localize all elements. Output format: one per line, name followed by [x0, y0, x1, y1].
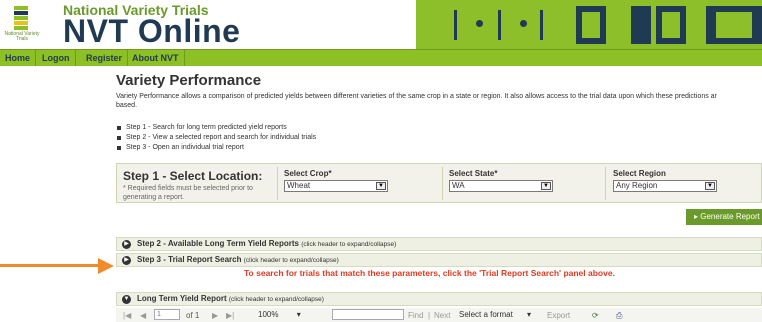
step-label: Step 3 - Open an individual trial report	[126, 144, 244, 151]
report-toolbar: |◀ ◀ 1 of 1 ▶ ▶| 100% ▾ Find | Next Sele…	[116, 308, 762, 322]
crop-value: Wheat	[287, 181, 311, 190]
nav-logon[interactable]: Logon	[37, 50, 76, 66]
divider	[442, 167, 443, 200]
bullet-icon	[117, 146, 121, 150]
logo-bars-icon	[14, 6, 28, 32]
state-label: Select State*	[449, 169, 498, 178]
format-value: Select a format	[459, 310, 513, 319]
list-item: Step 3 - Open an individual trial report	[116, 143, 316, 153]
ltyr-hint: (click header to expand/collapse)	[228, 296, 324, 303]
region-value: Any Region	[616, 181, 658, 190]
intro-text-cont: based.	[116, 102, 138, 109]
header-banner	[416, 0, 762, 49]
list-item: Step 1 - Search for long term predicted …	[116, 123, 316, 133]
pointer-arrow-icon	[0, 264, 100, 267]
bullet-icon	[117, 136, 121, 140]
trial-search-instruction: To search for trials that match these pa…	[244, 268, 615, 278]
required-note: * Required fields must be selected prior…	[123, 185, 253, 201]
location-panel: Step 1 - Select Location: * Required fie…	[116, 163, 762, 203]
divider	[277, 167, 278, 200]
next-page-icon[interactable]: ▶	[212, 310, 218, 321]
location-title: Step 1 - Select Location:	[123, 169, 263, 183]
step-label: Step 2 - View a selected report and sear…	[126, 134, 317, 141]
nvt-logo[interactable]: National Variety Trials	[2, 2, 42, 47]
crop-label: Select Crop*	[284, 169, 332, 178]
chevron-down-icon: ▾	[527, 310, 532, 319]
find-input[interactable]	[332, 309, 404, 320]
nav-about[interactable]: About NVT	[127, 50, 185, 66]
last-page-icon[interactable]: ▶|	[226, 310, 234, 321]
nav-home[interactable]: Home	[0, 50, 37, 66]
step3-hint: (click header to expand/collapse)	[243, 257, 339, 264]
chevron-down-icon[interactable]: ▼	[541, 182, 551, 190]
region-select-group: Select Region Any Region ▼	[613, 169, 717, 192]
expand-icon: ▶	[122, 240, 131, 249]
export-format-select[interactable]: Select a format ▾	[459, 309, 559, 320]
step2-panel-header[interactable]: ▶ Step 2 - Available Long Term Yield Rep…	[116, 237, 762, 251]
find-separator: |	[428, 311, 431, 320]
chevron-down-icon[interactable]: ▼	[705, 182, 715, 190]
top-nav: Home Logon Register About NVT	[0, 49, 762, 66]
expand-icon: ▶	[122, 256, 131, 265]
logo-text: National Variety Trials	[4, 31, 40, 42]
step2-hint: (click header to expand/collapse)	[301, 241, 397, 248]
prev-page-icon[interactable]: ◀	[140, 310, 146, 321]
nav-register[interactable]: Register	[81, 50, 129, 66]
ltyr-title: Long Term Yield Report	[137, 294, 227, 303]
step3-panel-header[interactable]: ▶ Step 3 - Trial Report Search (click he…	[116, 253, 762, 267]
refresh-icon[interactable]: ⟳	[592, 310, 599, 321]
next-link[interactable]: Next	[434, 310, 450, 321]
generate-report-button[interactable]: ▸ Generate Report	[686, 209, 762, 225]
step2-title-wrap: Step 2 - Available Long Term Yield Repor…	[137, 238, 396, 251]
site-header: National Variety Trials National Variety…	[0, 0, 762, 50]
ltyr-title-wrap: Long Term Yield Report (click header to …	[137, 293, 324, 306]
chevron-down-icon: ▾	[296, 310, 301, 319]
region-select[interactable]: Any Region ▼	[613, 180, 717, 192]
ltyr-panel-header[interactable]: ▼ Long Term Yield Report (click header t…	[116, 292, 762, 306]
collapse-icon: ▼	[122, 295, 131, 304]
region-label: Select Region	[613, 169, 666, 178]
site-title: NVT Online	[63, 13, 241, 49]
page-title: Variety Performance	[116, 72, 262, 89]
state-value: WA	[452, 181, 465, 190]
export-link[interactable]: Export	[547, 310, 570, 321]
list-item: Step 2 - View a selected report and sear…	[116, 133, 316, 143]
step3-title-wrap: Step 3 - Trial Report Search (click head…	[137, 254, 339, 267]
step2-title: Step 2 - Available Long Term Yield Repor…	[137, 239, 299, 248]
find-link[interactable]: Find	[408, 310, 424, 321]
divider	[605, 167, 606, 200]
generate-report-label: Generate Report	[700, 212, 760, 221]
zoom-select[interactable]: 100% ▾	[258, 309, 320, 320]
page-number-input[interactable]: 1	[154, 309, 180, 320]
step3-title: Step 3 - Trial Report Search	[137, 255, 242, 264]
step-label: Step 1 - Search for long term predicted …	[126, 124, 287, 131]
intro-text: Variety Performance allows a comparison …	[116, 93, 717, 100]
state-select[interactable]: WA ▼	[449, 180, 553, 192]
state-select-group: Select State* WA ▼	[449, 169, 553, 192]
crop-select[interactable]: Wheat ▼	[284, 180, 388, 192]
arrow-head-icon	[98, 258, 114, 274]
bullet-icon	[117, 126, 121, 130]
steps-list: Step 1 - Search for long term predicted …	[116, 123, 316, 153]
page-count: of 1	[186, 311, 200, 320]
crop-select-group: Select Crop* Wheat ▼	[284, 169, 388, 192]
print-icon[interactable]: ⎙	[616, 310, 622, 321]
chevron-down-icon[interactable]: ▼	[376, 182, 386, 190]
zoom-value: 100%	[258, 310, 279, 319]
first-page-icon[interactable]: |◀	[123, 310, 131, 321]
